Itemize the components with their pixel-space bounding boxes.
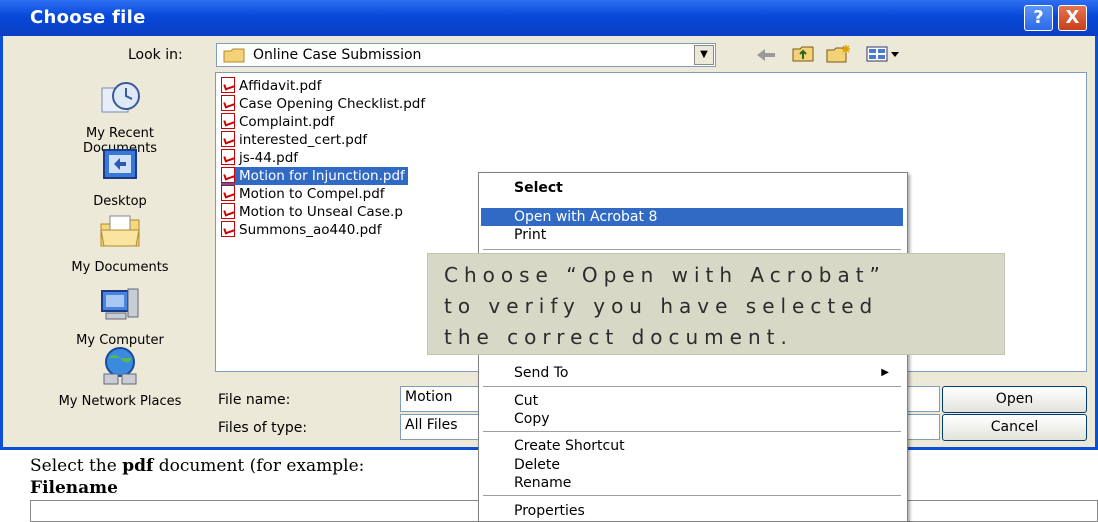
menu-item-delete[interactable]: Delete	[481, 456, 903, 474]
callout-line: Choose “Open with Acrobat”	[444, 263, 886, 287]
title-bar[interactable]	[0, 0, 1098, 36]
menu-separator	[483, 431, 901, 432]
menu-separator	[483, 249, 901, 250]
look-in-value: Online Case Submission	[253, 47, 422, 63]
menu-separator	[483, 495, 901, 496]
recent-documents-icon	[101, 82, 140, 113]
look-in-dropdown[interactable]: Online Case Submission ▼	[216, 43, 716, 67]
cancel-button[interactable]: Cancel	[942, 414, 1087, 441]
new-folder-icon[interactable]	[826, 44, 852, 64]
chevron-down-icon[interactable]: ▼	[694, 45, 714, 65]
network-places-icon	[103, 347, 137, 385]
up-folder-icon[interactable]	[792, 45, 814, 63]
places-my-computer[interactable]: My Computer	[50, 285, 190, 348]
pdf-file-icon	[221, 77, 235, 93]
view-menu-icon[interactable]	[866, 46, 902, 62]
open-button[interactable]: Open	[942, 386, 1087, 413]
menu-item-rename[interactable]: Rename	[481, 474, 903, 492]
pdf-file-icon	[221, 113, 235, 129]
places-my-recent-documents[interactable]: My Recent Documents	[50, 78, 190, 156]
menu-item-properties[interactable]: Properties	[481, 502, 903, 520]
desktop-icon	[103, 149, 137, 179]
file-type-label: Files of type:	[218, 420, 308, 436]
instruction-callout: Choose “Open with Acrobat” to verify you…	[427, 253, 1005, 355]
submenu-arrow-icon: ▶	[881, 367, 889, 378]
file-item[interactable]: js-44.pdf	[221, 149, 301, 167]
file-item[interactable]: Motion to Unseal Case.p	[221, 203, 406, 221]
menu-item-select[interactable]: Select	[481, 179, 903, 197]
menu-item-send-to[interactable]: Send To ▶	[481, 364, 903, 382]
places-label: My Documents	[71, 260, 169, 275]
places-my-documents[interactable]: My Documents	[50, 212, 190, 275]
menu-item-copy[interactable]: Copy	[481, 410, 903, 428]
dialog-title: Choose file	[30, 7, 146, 28]
file-item[interactable]: interested_cert.pdf	[221, 131, 370, 149]
file-item[interactable]: Summons_ao440.pdf	[221, 221, 385, 239]
pdf-file-icon	[221, 149, 235, 165]
filename-heading: Filename	[30, 478, 118, 498]
pdf-file-icon	[221, 131, 235, 147]
pdf-file-icon	[221, 185, 235, 201]
pdf-file-icon	[221, 95, 235, 111]
back-arrow-icon[interactable]	[755, 47, 777, 63]
close-icon: X	[1065, 7, 1080, 28]
callout-line: to verify you have selected	[444, 294, 879, 318]
my-computer-icon	[101, 288, 139, 320]
places-my-network-places[interactable]: My Network Places	[50, 346, 190, 409]
pdf-file-icon	[221, 203, 235, 219]
places-label: Desktop	[93, 194, 147, 209]
file-item[interactable]: Motion to Compel.pdf	[221, 185, 388, 203]
places-label: My Network Places	[58, 394, 182, 409]
file-item[interactable]: Complaint.pdf	[221, 113, 337, 131]
file-item-selected[interactable]: Motion for Injunction.pdf	[221, 167, 408, 185]
callout-line: the correct document.	[444, 325, 793, 349]
my-documents-icon	[100, 215, 140, 247]
help-button[interactable]: ?	[1024, 5, 1053, 31]
file-name-label: File name:	[218, 392, 291, 408]
menu-item-cut[interactable]: Cut	[481, 392, 903, 410]
file-item[interactable]: Case Opening Checklist.pdf	[221, 95, 428, 113]
close-button[interactable]: X	[1058, 5, 1087, 31]
menu-item-create-shortcut[interactable]: Create Shortcut	[481, 437, 903, 455]
folder-icon	[223, 48, 245, 63]
menu-separator	[483, 386, 901, 387]
file-item[interactable]: Affidavit.pdf	[221, 77, 324, 95]
menu-item-print[interactable]: Print	[481, 226, 903, 244]
instruction-text: Select the pdf document (for example:	[30, 456, 365, 476]
menu-item-open-with-acrobat[interactable]: Open with Acrobat 8	[481, 208, 903, 226]
pdf-file-icon	[221, 167, 235, 183]
places-desktop[interactable]: Desktop	[50, 146, 190, 209]
pdf-file-icon	[221, 221, 235, 237]
look-in-label: Look in:	[128, 47, 183, 63]
